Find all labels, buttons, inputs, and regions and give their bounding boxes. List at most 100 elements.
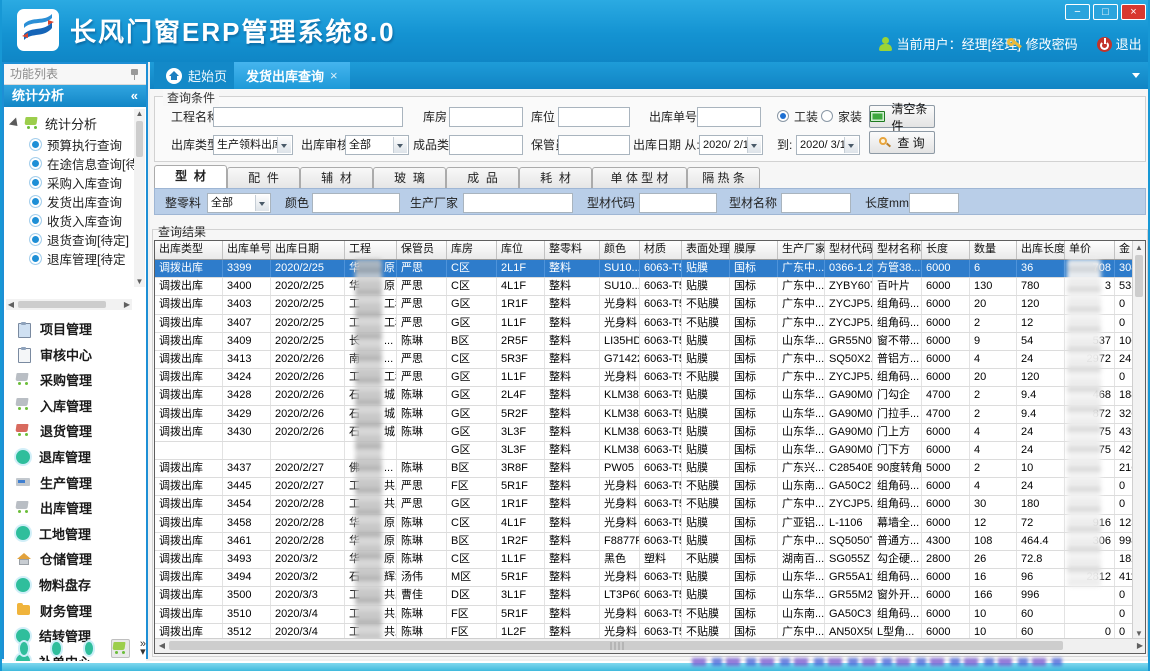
table-row[interactable]: 调拨出库34542020/2/28工共工程严思G区1R1F整料光身料6063-T…: [155, 496, 1145, 514]
stats-section-header[interactable]: 统计分析 «: [4, 85, 146, 107]
tab-list-dropdown-icon[interactable]: [1132, 73, 1140, 78]
column-header[interactable]: 型材名称: [873, 241, 922, 259]
sidebar-module[interactable]: 审核中心: [4, 342, 146, 367]
table-row[interactable]: 调拨出库34092020/2/25长...陈琳B区2R5F整料LI35HD606…: [155, 333, 1145, 351]
color-input[interactable]: [312, 193, 400, 213]
quick-dot-icon[interactable]: [20, 642, 28, 655]
length-input[interactable]: [909, 193, 959, 213]
column-header[interactable]: 出库类型: [155, 241, 223, 259]
manufacturer-input[interactable]: [463, 193, 573, 213]
more-chevron-icon[interactable]: »▾: [140, 640, 146, 656]
column-header[interactable]: 整零料: [545, 241, 600, 259]
sidebar-module[interactable]: 入库管理: [4, 393, 146, 418]
column-header[interactable]: 型材代码: [825, 241, 873, 259]
column-header[interactable]: 保管员: [397, 241, 447, 259]
table-row[interactable]: 调拨出库34292020/2/26石城陈琳G区5R2F整料KLM38176063…: [155, 406, 1145, 424]
profile-name-input[interactable]: [781, 193, 851, 213]
change-password-button[interactable]: 修改密码: [1007, 36, 1078, 53]
audit-select[interactable]: 全部: [345, 135, 409, 155]
tree-item[interactable]: 退库管理[待定: [30, 249, 125, 268]
date-to-picker[interactable]: 2020/ 3/16: [796, 135, 860, 155]
tree-item[interactable]: 采购入库查询: [30, 173, 122, 192]
column-header[interactable]: 表面处理: [682, 241, 730, 259]
table-row[interactable]: 调拨出库34282020/2/26石城陈琳G区2L4F整料KLM38176063…: [155, 387, 1145, 405]
table-row[interactable]: 调拨出库34032020/2/25工工程严思G区1R1F整料光身料6063-T5…: [155, 296, 1145, 314]
table-row[interactable]: 调拨出库35002020/3/3工共工程曹佳D区3L1F整料LT3P606063…: [155, 587, 1145, 605]
material-tab[interactable]: 玻 璃: [373, 167, 446, 188]
material-tab[interactable]: 单 体 型 材: [592, 167, 687, 188]
cart-quick-button[interactable]: [111, 639, 130, 658]
zhengling-select[interactable]: 全部: [207, 193, 271, 213]
column-header[interactable]: 生产厂家: [778, 241, 825, 259]
column-header[interactable]: 工程: [345, 241, 397, 259]
column-header[interactable]: 长度: [922, 241, 970, 259]
column-header[interactable]: 出库单号: [223, 241, 271, 259]
scrollbar-grip[interactable]: [610, 642, 624, 650]
tab-shipment-outbound-query[interactable]: 发货出库查询 ×: [234, 62, 350, 89]
material-tab[interactable]: 耗 材: [519, 167, 592, 188]
column-header[interactable]: 库房: [447, 241, 497, 259]
close-button[interactable]: ×: [1121, 4, 1146, 20]
order-no-input[interactable]: [697, 107, 761, 127]
radio-jiazhuang[interactable]: 家装: [821, 110, 862, 124]
table-row[interactable]: 调拨出库34302020/2/26石城陈琳G区3L3F整料KLM38176063…: [155, 424, 1145, 442]
sidebar-module[interactable]: 退货管理: [4, 418, 146, 443]
table-hscrollbar[interactable]: ◀ ▶: [155, 638, 1146, 653]
sidebar-module[interactable]: 采购管理: [4, 367, 146, 392]
column-header[interactable]: 出库日期: [271, 241, 345, 259]
date-from-picker[interactable]: 2020/ 2/16: [699, 135, 763, 155]
table-row[interactable]: 调拨出库34242020/2/26工工程严思G区1L1F整料光身料6063-T5…: [155, 369, 1145, 387]
table-row[interactable]: 调拨出库35102020/3/4工共工程陈琳F区5R1F整料光身料6063-T5…: [155, 606, 1145, 624]
pin-icon[interactable]: [130, 69, 139, 80]
project-name-input[interactable]: [213, 107, 403, 127]
material-tab[interactable]: 成 品: [446, 167, 519, 188]
tree-item[interactable]: 收货入库查询: [30, 211, 122, 230]
table-row[interactable]: 调拨出库34612020/2/28华原...陈琳B区1R2F整料F8877FT6…: [155, 533, 1145, 551]
sidebar-module[interactable]: 工地管理: [4, 521, 146, 546]
tree-item[interactable]: 退货查询[待定]: [30, 230, 129, 249]
column-header[interactable]: 数量: [970, 241, 1017, 259]
table-row[interactable]: 调拨出库34072020/2/25工工程严思G区1L1F整料光身料6063-T5…: [155, 315, 1145, 333]
profile-code-input[interactable]: [639, 193, 717, 213]
tree-item[interactable]: 在途信息查询[待: [30, 154, 138, 173]
tree-item[interactable]: 预算执行查询: [30, 135, 122, 154]
clear-conditions-button[interactable]: 清空条件: [869, 105, 935, 128]
table-vscrollbar[interactable]: ▲ ▼: [1132, 241, 1145, 641]
maximize-button[interactable]: □: [1093, 4, 1118, 20]
table-row[interactable]: 调拨出库34582020/2/28华原...陈琳C区4L1F整料光身料6063-…: [155, 515, 1145, 533]
table-row[interactable]: 调拨出库34132020/2/26南...严思C区5R3F整料G71422606…: [155, 351, 1145, 369]
warehouse-input[interactable]: [449, 107, 523, 127]
outbound-type-select[interactable]: 生产领料出库: [213, 135, 293, 155]
sidebar-module[interactable]: 财务管理: [4, 598, 146, 623]
quick-dot-icon[interactable]: [52, 642, 60, 655]
material-tab[interactable]: 型 材: [154, 165, 227, 188]
collapse-icon[interactable]: «: [131, 85, 138, 107]
table-row[interactable]: 调拨出库34372020/2/27佛...陈琳B区3R8F整料PW056063-…: [155, 460, 1145, 478]
column-header[interactable]: 库位: [497, 241, 545, 259]
column-header[interactable]: 颜色: [600, 241, 640, 259]
column-header[interactable]: 出库长度: [1017, 241, 1065, 259]
minimize-button[interactable]: −: [1065, 4, 1090, 20]
table-row[interactable]: 调拨出库34932020/3/2华原...陈琳C区1L1F整料黑色塑料不贴膜国标…: [155, 551, 1145, 569]
table-row[interactable]: G区3L3F整料KLM38176063-T5贴膜国标山东华...GA90M09.…: [155, 442, 1145, 460]
column-header[interactable]: 单价: [1065, 241, 1115, 259]
tab-home[interactable]: 起始页: [154, 62, 239, 89]
sidebar-module[interactable]: 仓储管理: [4, 546, 146, 571]
tree-vscrollbar[interactable]: ▲ ▼: [134, 109, 145, 287]
material-tab[interactable]: 配 件: [227, 167, 300, 188]
table-row[interactable]: 调拨出库34452020/2/27工共工程严思F区5R1F整料光身料6063-T…: [155, 478, 1145, 496]
tree-hscrollbar[interactable]: ◀ ▶: [6, 299, 132, 310]
table-row[interactable]: 调拨出库33992020/2/25华原...严思C区2L1F整料SU10...6…: [155, 260, 1145, 278]
column-header[interactable]: 膜厚: [730, 241, 778, 259]
tree-root-stats[interactable]: 统计分析: [10, 113, 97, 133]
quick-dot-icon[interactable]: [85, 642, 93, 655]
sidebar-module[interactable]: 退库管理: [4, 444, 146, 469]
material-tab[interactable]: 辅 材: [300, 167, 373, 188]
logout-button[interactable]: 退出: [1097, 36, 1142, 53]
keeper-input[interactable]: [558, 135, 630, 155]
sidebar-module[interactable]: 出库管理: [4, 495, 146, 520]
product-type-input[interactable]: [449, 135, 523, 155]
search-button[interactable]: 查 询: [869, 131, 935, 154]
tree-item[interactable]: 发货出库查询: [30, 192, 122, 211]
sidebar-module[interactable]: 项目管理: [4, 316, 146, 341]
